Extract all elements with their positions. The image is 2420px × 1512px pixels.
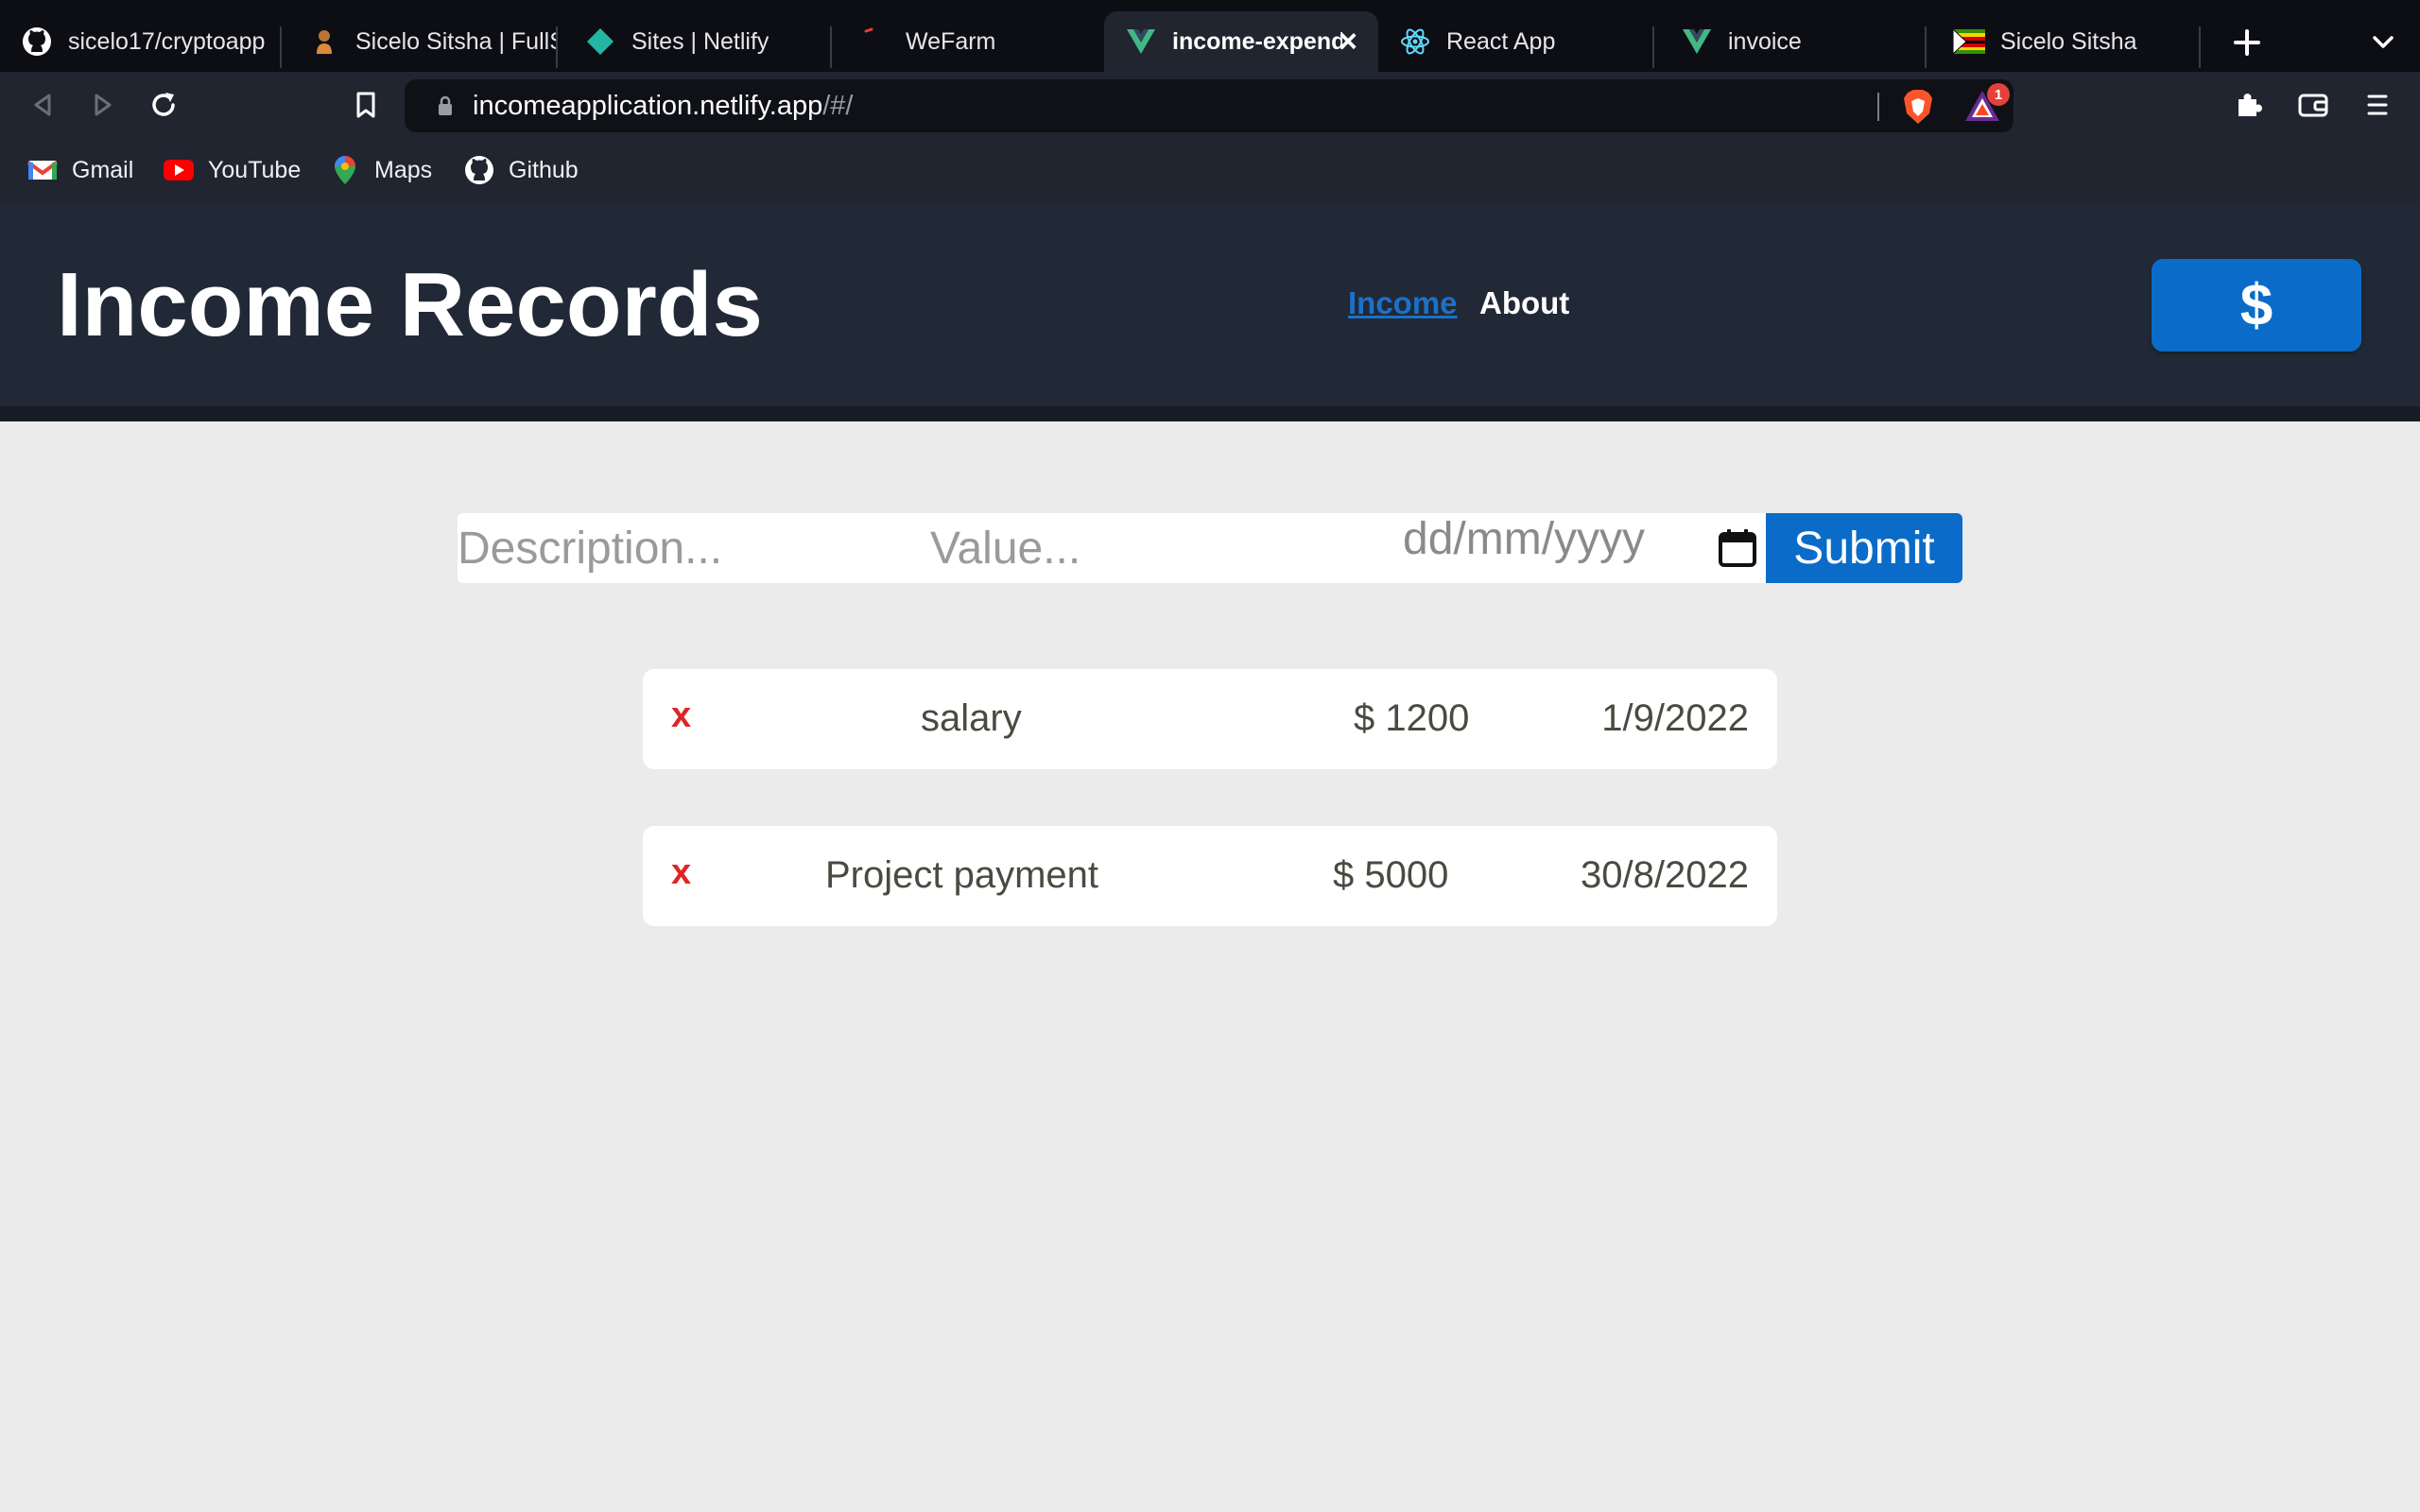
tab-label: income-expend (1172, 27, 1342, 55)
github-icon (463, 154, 495, 186)
wallet-button[interactable] (2290, 81, 2337, 129)
income-record: x Project payment $ 5000 30/8/2022 (643, 826, 1777, 926)
github-icon (21, 26, 53, 58)
chevron-down-icon (2373, 36, 2394, 48)
header-border (0, 406, 2420, 421)
tab-label: React App (1446, 27, 1556, 55)
description-input[interactable] (458, 513, 930, 583)
tab-react-app[interactable]: React App (1378, 11, 1652, 72)
lock-icon (431, 92, 459, 120)
tab-separator (556, 26, 558, 68)
tab-label: WeFarm (906, 27, 996, 55)
tab-label: Sicelo Sitsha (2000, 27, 2137, 55)
record-description: salary (921, 697, 1022, 739)
calendar-icon[interactable] (1717, 527, 1758, 569)
bookmark-github[interactable]: Github (463, 147, 579, 193)
extensions-button[interactable] (2225, 81, 2273, 129)
url-text: incomeapplication.netlify.app/#/ (473, 91, 854, 122)
tab-portfolio[interactable]: Sicelo Sitsha | FullS (287, 11, 558, 72)
bookmarks-bar: Gmail YouTube Maps Github (0, 138, 2420, 202)
tab-income-expend[interactable]: income-expend × (1104, 11, 1378, 72)
record-date: 1/9/2022 (1601, 697, 1749, 739)
netlify-icon (584, 26, 616, 58)
plus-icon (2234, 29, 2260, 56)
tab-wefarm[interactable]: WeFarm (838, 11, 1104, 72)
bookmark-label: YouTube (208, 156, 302, 183)
reload-button[interactable] (140, 81, 187, 129)
record-date: 30/8/2022 (1581, 854, 1749, 896)
record-description: Project payment (825, 854, 1099, 896)
hamburger-icon (2367, 94, 2388, 115)
bookmark-button[interactable] (342, 81, 389, 129)
brave-shields-icon[interactable] (1898, 87, 1938, 127)
back-button[interactable] (19, 81, 66, 129)
reload-icon (152, 93, 175, 116)
tab-cryptoapp[interactable]: sicelo17/cryptoapp (0, 11, 280, 72)
tab-label: Sites | Netlify (631, 27, 769, 55)
bookmark-icon (356, 92, 375, 118)
page-title: Income Records (57, 254, 763, 355)
wallet-icon (2298, 94, 2328, 117)
vue-icon (1125, 26, 1157, 58)
tab-label: Sicelo Sitsha | FullS (355, 27, 558, 55)
bookmark-label: Maps (374, 156, 433, 183)
nav-link-income[interactable]: Income (1348, 285, 1458, 321)
avatar-icon (308, 26, 340, 58)
gmail-icon (26, 154, 59, 186)
record-value: $ 5000 (1333, 854, 1449, 896)
url-path: /#/ (822, 90, 854, 121)
forward-icon (95, 94, 112, 116)
tab-label: invoice (1728, 27, 1802, 55)
forward-button[interactable] (79, 81, 127, 129)
url-host: incomeapplication.netlify.app (473, 90, 823, 121)
tab-separator (830, 26, 832, 68)
bookmark-label: Gmail (72, 156, 134, 183)
urlbar-divider (1877, 93, 1879, 121)
tab-label: sicelo17/cryptoapp (68, 27, 266, 55)
tab-search-button[interactable] (2360, 19, 2407, 66)
tab-sicelo-sitsha[interactable]: Sicelo Sitsha (1932, 11, 2199, 72)
bookmark-label: Github (509, 156, 579, 183)
back-icon (34, 94, 51, 116)
react-icon (1399, 26, 1431, 58)
tab-separator (280, 26, 282, 68)
new-tab-button[interactable] (2223, 19, 2271, 66)
tab-separator (1925, 26, 1927, 68)
zimbabwe-flag-icon (1953, 26, 1985, 58)
nav-link-about[interactable]: About (1479, 285, 1569, 321)
income-record: x salary $ 1200 1/9/2022 (643, 669, 1777, 769)
tab-separator (2199, 26, 2201, 68)
bookmark-gmail[interactable]: Gmail (26, 147, 133, 193)
vue-icon (1681, 26, 1713, 58)
currency-button[interactable]: $ (2152, 259, 2361, 352)
tab-close-icon[interactable]: × (1327, 21, 1369, 62)
date-placeholder: dd/mm/yyyy (1403, 514, 1646, 564)
wefarm-icon (858, 26, 890, 58)
date-input[interactable]: dd/mm/yyyy (1403, 513, 1762, 565)
app-header: Income Records Income About $ (0, 202, 2420, 406)
tab-netlify[interactable]: Sites | Netlify (563, 11, 830, 72)
bookmark-youtube[interactable]: YouTube (163, 147, 301, 193)
income-form: dd/mm/yyyy Submit (458, 513, 1962, 583)
bookmark-maps[interactable]: Maps (329, 147, 432, 193)
tab-invoice[interactable]: invoice (1660, 11, 1927, 72)
menu-button[interactable] (2354, 81, 2401, 129)
browser-tab-bar: sicelo17/cryptoapp Sicelo Sitsha | FullS… (0, 0, 2420, 72)
browser-toolbar: incomeapplication.netlify.app/#/ 1 (0, 72, 2420, 138)
address-bar[interactable]: incomeapplication.netlify.app/#/ 1 (405, 79, 2014, 132)
delete-record-button[interactable]: x (671, 852, 691, 893)
tab-separator (1652, 26, 1654, 68)
value-input[interactable] (930, 513, 1403, 583)
record-value: $ 1200 (1354, 697, 1470, 739)
delete-record-button[interactable]: x (671, 696, 691, 736)
puzzle-icon (2238, 94, 2262, 116)
rewards-badge: 1 (1987, 83, 2010, 106)
youtube-icon (163, 154, 195, 186)
brave-rewards-icon[interactable]: 1 (1962, 83, 2010, 127)
maps-icon (329, 154, 361, 186)
submit-button[interactable]: Submit (1766, 513, 1962, 583)
